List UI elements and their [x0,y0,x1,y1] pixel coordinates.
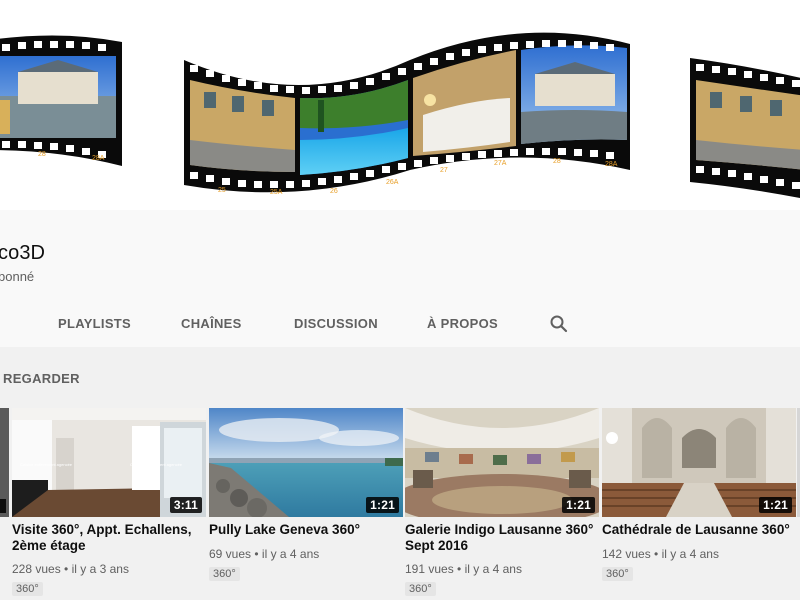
video-age: il y a 4 ans [261,547,320,561]
channel-name: co3D [0,242,46,264]
video-meta: 142 vues • il y a 4 ans [602,547,719,561]
video-thumbnail[interactable]: Caisine entièrement agencée Caisine enti… [12,408,206,517]
video-views: 228 vues [12,562,61,576]
video-duration: 3:11 [169,497,202,513]
search-tab-button[interactable] [549,314,569,334]
film-label: 28 [38,151,46,158]
film-label: 25 [218,187,226,194]
video-thumbnail[interactable]: 1:21 [209,408,403,517]
tab-discussion[interactable]: DISCUSSION [294,316,378,331]
video-duration: 1:21 [562,497,595,513]
video-views: 142 vues [602,547,651,561]
badge-360: 360° [405,582,436,596]
video-age: il y a 4 ans [661,547,719,561]
video-title[interactable]: Visite 360°, Appt. Echallens, 2ème étage [12,522,202,554]
film-label: 28A [92,155,105,162]
video-meta: 228 vues • il y a 3 ans [12,562,129,576]
video-duration: 1:21 [759,497,792,513]
film-label: 27 [440,167,448,174]
filmstrip-right [690,58,800,199]
video-card[interactable]: Caisine entièrement agencée Caisine enti… [12,408,206,600]
subscriber-count: bonné [0,269,35,284]
filmstrip-center: 25 25A 26 26A 27 27A 28 28A [184,32,630,196]
section-title: REGARDER [3,371,80,386]
video-thumbnail[interactable]: 1:21 [602,408,796,517]
video-card[interactable]: 1:21 Cathédrale de Lausanne 360° 142 vue… [602,408,796,600]
video-title[interactable]: Cathédrale de Lausanne 360° [602,522,792,538]
tab-playlists[interactable]: PLAYLISTS [58,316,131,331]
svg-text:Caisine entièrement agencée: Caisine entièrement agencée [130,462,183,467]
video-duration: 1:21 [366,497,399,513]
video-meta: 69 vues • il y a 4 ans [209,547,320,561]
video-thumbnail-partial[interactable] [0,408,9,517]
search-icon [550,315,568,333]
film-label: 28 [553,158,561,165]
badge-360: 360° [12,582,43,596]
video-card[interactable]: 1:21 Pully Lake Geneva 360° 69 vues • il… [209,408,403,600]
video-thumbnail[interactable]: 1:21 [405,408,599,517]
filmstrip-banner-art: 28 28A 25 25A 26 26A 27 27A 28 28A [0,32,800,199]
duration-badge-partial [0,499,6,513]
film-label: 25A [270,189,283,196]
film-label: 26A [386,179,399,186]
video-card[interactable]: 1:21 Galerie Indigo Lausanne 360° Sept 2… [405,408,599,600]
filmstrip-left: 28 28A [0,35,122,166]
video-age: il y a 4 ans [464,562,522,576]
tab-channels[interactable]: CHAÎNES [181,316,242,331]
video-title[interactable]: Pully Lake Geneva 360° [209,522,399,538]
video-title[interactable]: Galerie Indigo Lausanne 360° Sept 2016 [405,522,595,554]
film-label: 27A [494,160,507,167]
badge-360: 360° [602,567,633,581]
video-views: 191 vues [405,562,454,576]
badge-360: 360° [209,567,240,581]
video-meta: 191 vues • il y a 4 ans [405,562,522,576]
video-views: 69 vues [209,547,252,561]
tab-about[interactable]: À PROPOS [427,316,498,331]
video-age: il y a 3 ans [71,562,129,576]
svg-text:Caisine entièrement agencée: Caisine entièrement agencée [20,462,73,467]
film-label: 26 [330,188,338,195]
channel-banner: 28 28A 25 25A 26 26A 27 27A 28 28A [0,0,800,210]
film-label: 28A [605,161,618,168]
